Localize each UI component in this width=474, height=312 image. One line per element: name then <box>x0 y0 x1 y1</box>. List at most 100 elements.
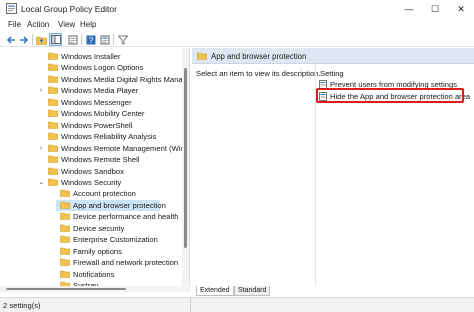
tree-item[interactable]: Device security <box>0 223 182 234</box>
tree-item-label: Family options <box>73 246 122 256</box>
tree-item[interactable]: › Windows Remote Management (WinR <box>0 143 189 154</box>
tree-item-label: Notifications <box>73 269 115 279</box>
tree-item[interactable]: Account protection <box>0 188 182 199</box>
help-icon[interactable]: ? <box>84 33 97 46</box>
tree-item-label: Windows Remote Management (WinR <box>61 143 190 153</box>
tree-item-label: Windows Media Player <box>61 86 139 96</box>
folder-icon <box>48 121 58 129</box>
description-text: Select an item to view its description. <box>196 69 321 78</box>
tree-item-label: Device performance and health <box>73 212 179 222</box>
forward-icon[interactable] <box>17 33 30 46</box>
tree-item[interactable]: Firewall and network protection <box>0 257 182 268</box>
tree-item[interactable]: Windows Media Digital Rights Manage <box>0 74 189 85</box>
navigation-tree[interactable]: Windows Installer Windows Logon Options Wi… <box>0 48 190 286</box>
tree-horizontal-scrollbar[interactable] <box>0 286 190 292</box>
folder-icon <box>60 258 70 266</box>
tree-item-label: Windows PowerShell <box>61 120 133 130</box>
minimize-button[interactable]: — <box>396 0 422 18</box>
folder-icon <box>60 235 70 243</box>
menu-action[interactable]: Action <box>27 20 49 29</box>
export-list-icon[interactable] <box>66 33 79 46</box>
tab-standard[interactable]: Standard <box>234 286 271 296</box>
folder-icon <box>60 201 70 209</box>
tree-item[interactable]: Windows Mobility Center <box>0 108 182 119</box>
svg-text:?: ? <box>88 36 93 45</box>
tree-vertical-scrollbar[interactable] <box>182 48 189 286</box>
close-button[interactable]: ✕ <box>448 0 474 18</box>
menu-file[interactable]: File <box>8 20 21 29</box>
status-text: 2 setting(s) <box>3 301 41 310</box>
tree-item[interactable]: › Windows Media Player <box>0 85 182 96</box>
folder-icon <box>197 52 207 60</box>
folder-icon <box>48 144 58 152</box>
tree-item-label: Device security <box>73 223 125 233</box>
folder-icon <box>60 224 70 232</box>
folder-icon <box>48 155 58 163</box>
folder-icon <box>48 98 58 106</box>
tree-item-label: Windows Reliability Analysis <box>61 132 157 142</box>
tree-hscroll-thumb[interactable] <box>6 288 126 290</box>
tree-scroll-thumb[interactable] <box>184 68 187 248</box>
tree-item[interactable]: Device performance and health <box>0 211 182 222</box>
up-folder-icon[interactable] <box>35 33 48 46</box>
window-title: Local Group Policy Editor <box>21 4 117 14</box>
menu-bar: File Action View Help <box>0 18 474 32</box>
details-header: App and browser protection <box>192 48 474 64</box>
folder-icon <box>48 87 58 95</box>
folder-icon <box>60 190 70 198</box>
tree-item[interactable]: Enterprise Customization <box>0 234 182 245</box>
highlight-annotation-box <box>316 88 464 103</box>
folder-icon <box>48 132 58 140</box>
tree-item-label: Windows Messenger <box>61 97 132 107</box>
menu-help[interactable]: Help <box>80 20 96 29</box>
tree-item-label: Windows Sandbox <box>61 166 124 176</box>
tree-item[interactable]: Notifications <box>0 269 182 280</box>
tree-item-label: Windows Mobility Center <box>61 109 145 119</box>
tree-item-label: Windows Media Digital Rights Manage <box>61 74 190 84</box>
details-pane: App and browser protection Select an ite… <box>192 48 474 286</box>
tree-item[interactable]: Windows Installer <box>0 51 182 62</box>
folder-icon <box>48 178 58 186</box>
view-tabs: Extended Standard <box>192 286 474 296</box>
tree-item-label: Firewall and network protection <box>73 258 179 268</box>
tree-item[interactable]: Windows Remote Shell <box>0 154 182 165</box>
group-policy-app-icon <box>6 3 17 14</box>
tree-item[interactable]: App and browser protection <box>56 199 166 211</box>
expanded-chevron-icon[interactable]: ⌄ <box>37 177 45 188</box>
setting-column-header[interactable]: Setting <box>320 69 344 78</box>
details-header-title: App and browser protection <box>211 52 307 61</box>
folder-icon <box>60 247 70 255</box>
tree-item-label: Windows Logon Options <box>61 63 144 73</box>
menu-view[interactable]: View <box>58 20 75 29</box>
tree-item-label: Windows Remote Shell <box>61 155 140 165</box>
tree-item[interactable]: ⌄ Windows Security <box>0 177 182 188</box>
status-bar: 2 setting(s) <box>0 297 474 312</box>
tree-item-label: Account protection <box>73 189 136 199</box>
filter-icon[interactable] <box>116 33 129 46</box>
tree-item[interactable]: Windows Messenger <box>0 97 182 108</box>
folder-icon <box>48 109 58 118</box>
title-bar: Local Group Policy Editor — ☐ ✕ <box>0 0 474 18</box>
tree-item-label: App and browser protection <box>73 200 166 210</box>
folder-icon <box>48 52 58 60</box>
collapsed-chevron-icon[interactable]: › <box>37 143 45 154</box>
properties-icon[interactable] <box>98 33 111 46</box>
status-divider <box>190 298 191 312</box>
folder-icon <box>48 64 58 72</box>
folder-icon <box>48 75 58 83</box>
tree-item[interactable]: Windows Sandbox <box>0 166 182 177</box>
maximize-button[interactable]: ☐ <box>422 0 448 18</box>
tree-item[interactable]: Windows Reliability Analysis <box>0 131 182 142</box>
tree-item[interactable]: Family options <box>0 246 182 257</box>
tree-item[interactable]: Windows PowerShell <box>0 120 182 131</box>
show-hide-tree-icon[interactable] <box>49 33 62 46</box>
collapsed-chevron-icon[interactable]: › <box>37 85 45 96</box>
tree-item-label: Windows Installer <box>61 52 121 61</box>
back-icon[interactable] <box>4 33 17 46</box>
tab-extended[interactable]: Extended <box>196 286 234 296</box>
tree-item-label: Enterprise Customization <box>73 235 158 245</box>
tree-item[interactable]: Windows Logon Options <box>0 62 182 73</box>
toolbar: ? <box>0 32 474 47</box>
tree-item-label: Windows Security <box>61 177 122 187</box>
folder-icon <box>60 270 70 278</box>
